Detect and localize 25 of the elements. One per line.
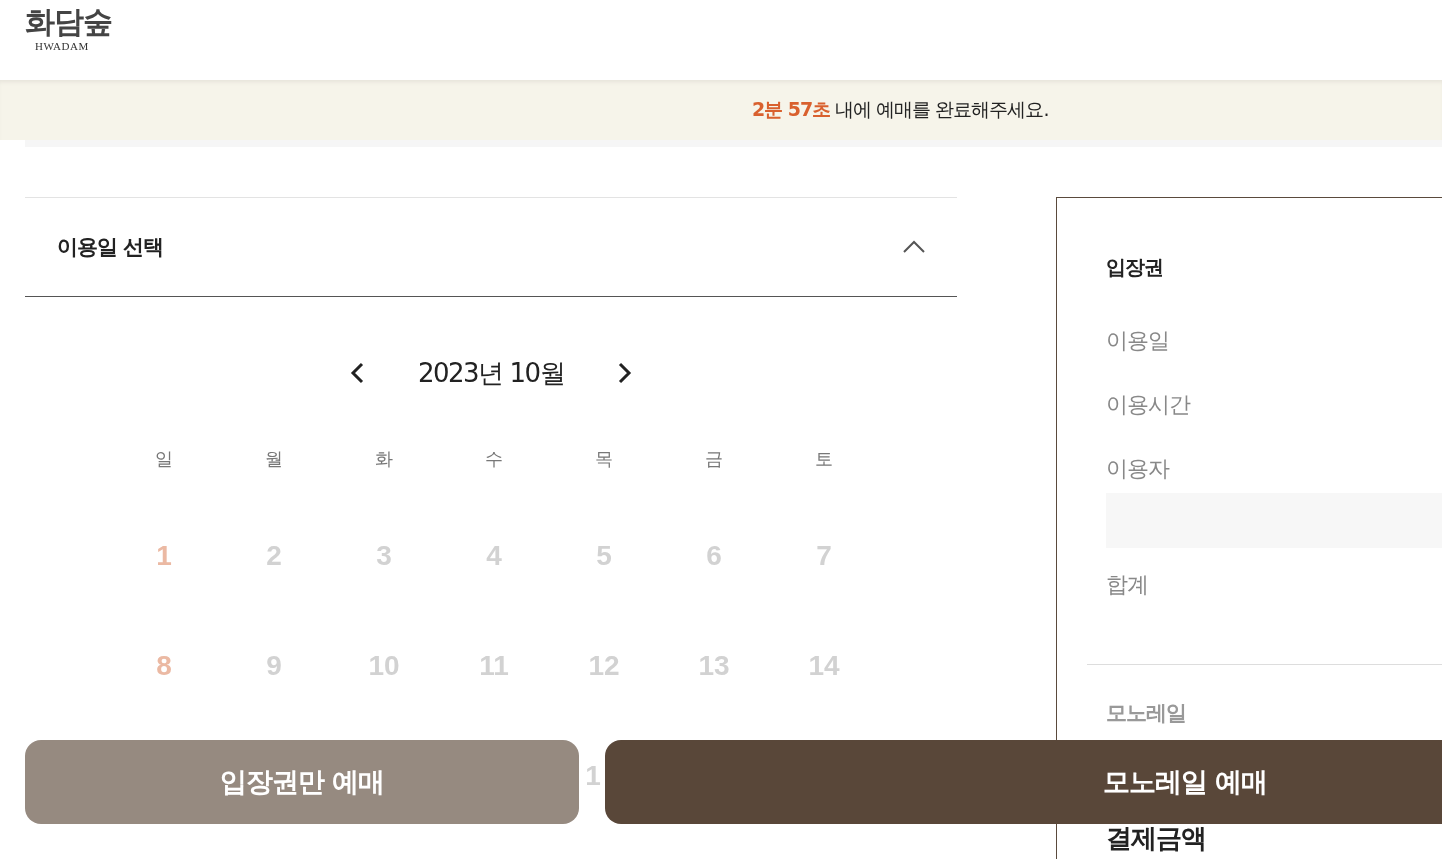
month-title: 2023년 10월 (418, 356, 564, 390)
logo-subtitle: HWADAM (35, 40, 89, 52)
weekday-label: 일 (155, 447, 173, 471)
weekday-label: 목 (595, 447, 613, 471)
weekday-label: 수 (485, 447, 503, 471)
weekday-label: 토 (815, 447, 833, 471)
calendar-day[interactable]: 1 (156, 540, 172, 572)
logo-title[interactable]: 화담숲 (25, 4, 112, 40)
total-label: 결제금액 (1106, 822, 1207, 855)
booking-button[interactable]: 모노레일 예매 (605, 740, 1442, 824)
section-header[interactable]: 이용일 선택 (25, 197, 957, 297)
chevron-up-icon (903, 240, 925, 254)
summary-label: 합계 (1106, 571, 1149, 599)
weekday-label: 화 (375, 447, 393, 471)
timer-message: 2분 57초 내에 예매를 완료해주세요. (752, 97, 1049, 122)
summary-label: 이용자 (1106, 455, 1171, 483)
calendar-day[interactable]: 8 (156, 650, 172, 682)
monorail-title: 모노레일 (1106, 700, 1187, 727)
summary-label: 이용시간 (1106, 391, 1192, 419)
weekday-label: 월 (265, 447, 283, 471)
summary-label: 이용일 (1106, 327, 1170, 355)
summary-title: 입장권 (1106, 254, 1164, 281)
section-title: 이용일 선택 (57, 234, 164, 261)
weekday-label: 금 (705, 447, 723, 471)
booking-button[interactable]: 입장권만 예매 (25, 740, 579, 824)
